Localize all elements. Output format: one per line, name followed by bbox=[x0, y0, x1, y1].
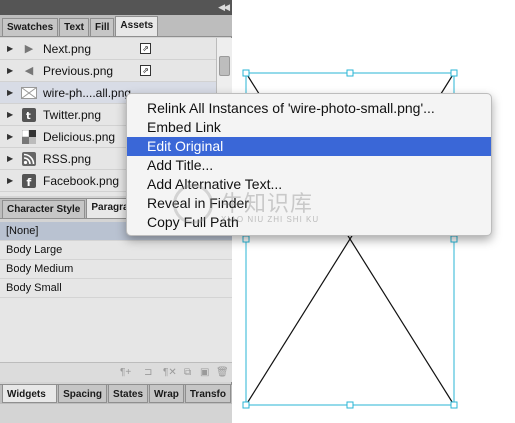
asset-label: Facebook.png bbox=[43, 173, 120, 188]
new-page-icon[interactable]: ▣ bbox=[200, 367, 209, 378]
tab-assets[interactable]: Assets bbox=[115, 16, 159, 36]
resize-handle[interactable] bbox=[242, 235, 250, 243]
link-icon[interactable]: ⇗ bbox=[140, 65, 151, 76]
watermark-logo-icon bbox=[173, 184, 213, 224]
rss-icon bbox=[21, 151, 37, 167]
style-item-body-large[interactable]: Body Large bbox=[0, 241, 232, 260]
disclosure-triangle-icon[interactable]: ▶ bbox=[7, 110, 17, 119]
disclosure-triangle-icon[interactable]: ▶ bbox=[7, 44, 17, 53]
watermark-subtext: XIAO NIU ZHI SHI KU bbox=[221, 215, 320, 224]
link-icon[interactable]: ⇗ bbox=[140, 43, 151, 54]
menu-item-add-title[interactable]: Add Title... bbox=[127, 156, 491, 175]
asset-label: RSS.png bbox=[43, 151, 92, 166]
styles-toolbar: ¶+ ⊐ ¶✕ ⧉ ▣ 🗑 bbox=[0, 362, 232, 382]
resize-handle[interactable] bbox=[450, 69, 458, 77]
menu-item-embed-link[interactable]: Embed Link bbox=[127, 118, 491, 137]
svg-text:f: f bbox=[27, 176, 32, 188]
menu-item-edit-original[interactable]: Edit Original bbox=[127, 137, 491, 156]
resize-handle[interactable] bbox=[242, 69, 250, 77]
duplicate-style-icon[interactable]: ⧉ bbox=[184, 367, 191, 378]
resize-handle[interactable] bbox=[242, 401, 250, 409]
tab-swatches[interactable]: Swatches bbox=[2, 18, 59, 36]
tab-widgets-library[interactable]: Widgets Library bbox=[2, 385, 58, 416]
tab-spacing[interactable]: Spacing bbox=[58, 385, 108, 403]
paragraph-styles-list: [None] Body Large Body Medium Body Small bbox=[0, 222, 232, 362]
image-placeholder-icon bbox=[21, 85, 37, 101]
disclosure-triangle-icon[interactable]: ▶ bbox=[7, 66, 17, 75]
disclosure-triangle-icon[interactable]: ▶ bbox=[7, 88, 17, 97]
svg-text:t: t bbox=[26, 111, 31, 122]
top-tab-bar: Swatches Text Fill Assets bbox=[0, 15, 232, 37]
watermark: 牛知识库 XIAO NIU ZHI SHI KU bbox=[173, 184, 343, 234]
collapse-icon[interactable]: ◀◀ bbox=[218, 1, 230, 13]
tab-character-style[interactable]: Character Style bbox=[2, 200, 86, 218]
asset-label: Twitter.png bbox=[43, 107, 102, 122]
asset-row-next[interactable]: ▶ ▶ Next.png ⇗ bbox=[0, 38, 216, 60]
resize-handle[interactable] bbox=[450, 401, 458, 409]
play-arrow-icon: ▶ bbox=[24, 43, 34, 55]
asset-label: wire-ph....all.png bbox=[43, 85, 132, 100]
resize-handle[interactable] bbox=[450, 235, 458, 243]
style-item-body-small[interactable]: Body Small bbox=[0, 279, 232, 298]
trash-icon[interactable]: 🗑 bbox=[216, 367, 229, 378]
tab-states[interactable]: States bbox=[108, 385, 149, 403]
back-arrow-icon: ◀ bbox=[24, 65, 34, 77]
resize-handle[interactable] bbox=[346, 401, 354, 409]
style-item-body-medium[interactable]: Body Medium bbox=[0, 260, 232, 279]
watermark-text: 牛知识库 bbox=[221, 192, 314, 217]
tab-fill[interactable]: Fill bbox=[89, 18, 115, 36]
scrollbar-thumb[interactable] bbox=[219, 56, 230, 76]
asset-label: Next.png bbox=[43, 41, 92, 56]
facebook-icon: f bbox=[21, 173, 37, 189]
bottom-tab-bar: Widgets Library Spacing States Wrap Tran… bbox=[0, 384, 232, 416]
panel-footer bbox=[0, 404, 232, 423]
clear-overrides-icon[interactable]: ¶✕ bbox=[163, 367, 177, 378]
asset-label: Delicious.png bbox=[43, 129, 116, 144]
twitter-icon: t bbox=[21, 107, 37, 123]
delicious-icon bbox=[21, 129, 37, 145]
tab-wrap[interactable]: Wrap bbox=[149, 385, 184, 403]
asset-row-previous[interactable]: ▶ ◀ Previous.png ⇗ bbox=[0, 60, 216, 82]
new-style-icon[interactable]: ¶+ bbox=[120, 367, 131, 378]
disclosure-triangle-icon[interactable]: ▶ bbox=[7, 154, 17, 163]
disclosure-triangle-icon[interactable]: ▶ bbox=[7, 176, 17, 185]
resize-handle[interactable] bbox=[346, 69, 354, 77]
menu-item-relink-all[interactable]: Relink All Instances of 'wire-photo-smal… bbox=[127, 99, 491, 118]
disclosure-triangle-icon[interactable]: ▶ bbox=[7, 132, 17, 141]
tab-transform[interactable]: Transfo bbox=[184, 385, 231, 403]
panel-title-bar: ◀◀ bbox=[0, 0, 232, 15]
tab-text[interactable]: Text bbox=[59, 18, 89, 36]
asset-label: Previous.png bbox=[43, 63, 114, 78]
redefine-style-icon[interactable]: ⊐ bbox=[144, 367, 152, 378]
